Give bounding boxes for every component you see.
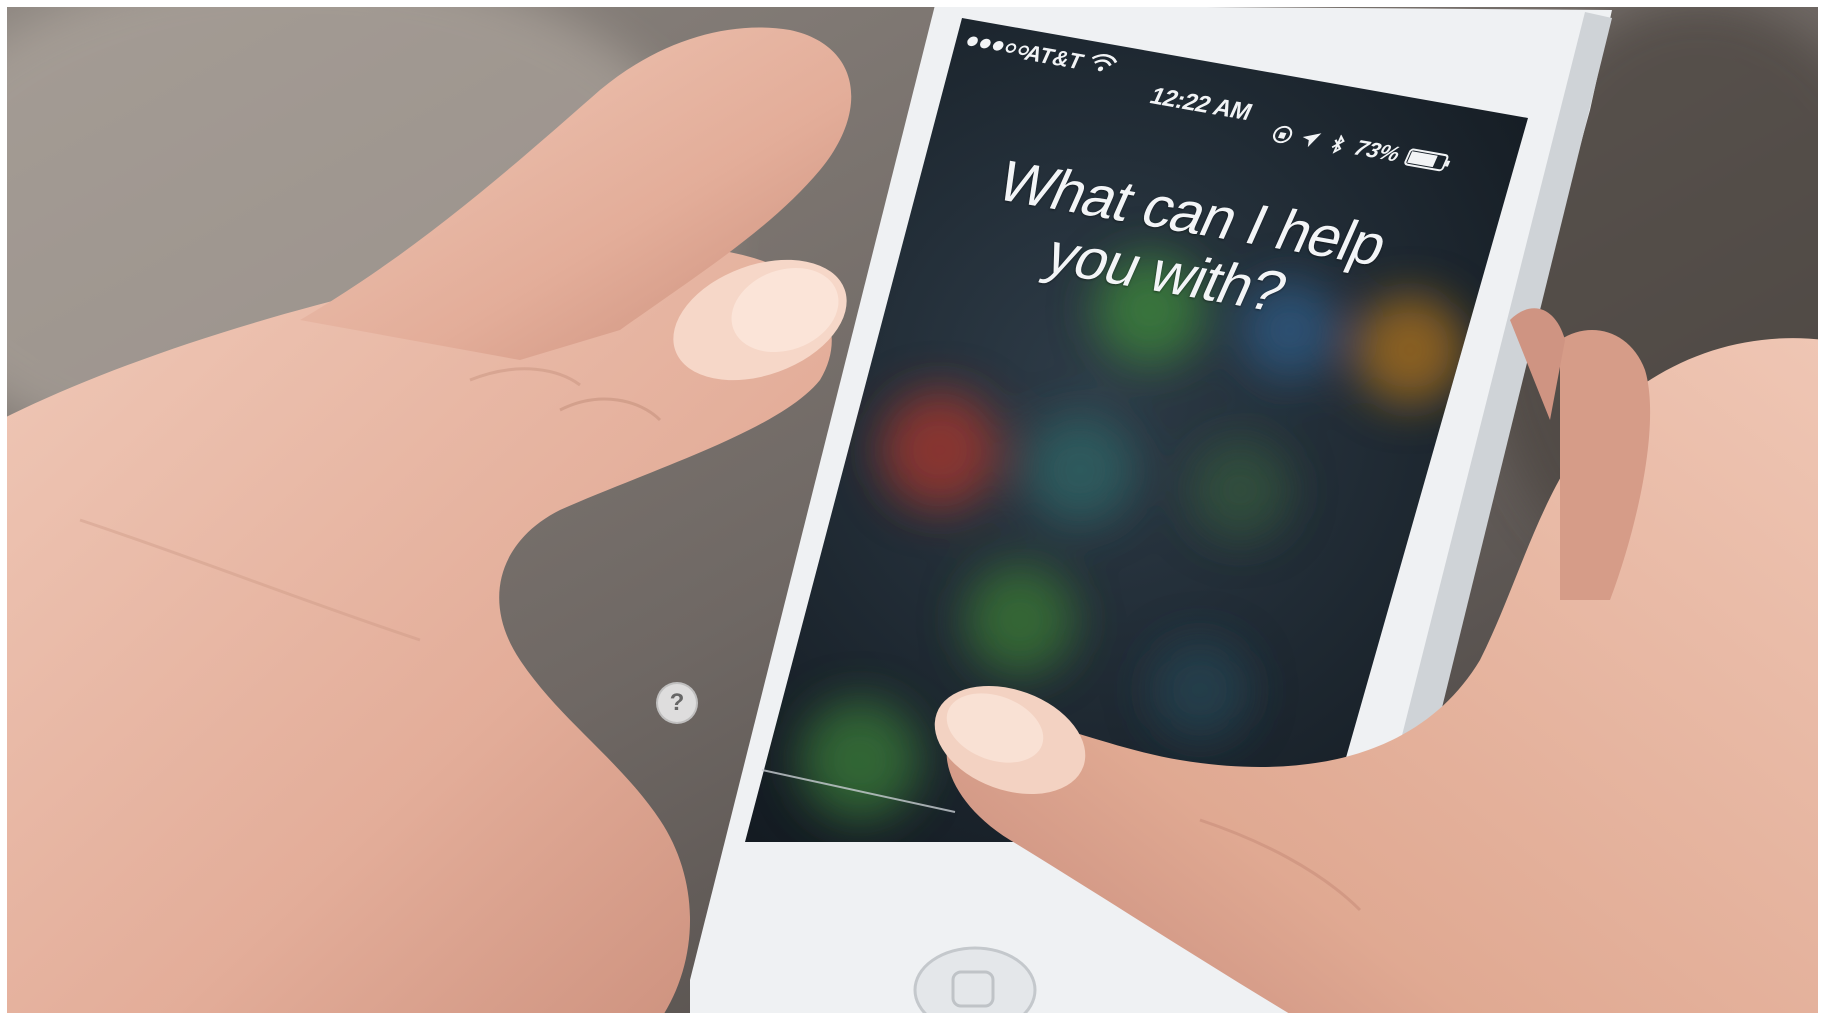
question-mark-icon: ?	[669, 689, 685, 716]
rotation-lock-icon	[1272, 125, 1293, 144]
photo-stage: AT&T 12:22 AM 73% What can I help you wi…	[0, 0, 1825, 1020]
siri-prompt: What can I help you with?	[987, 149, 1397, 324]
battery-percent: 73%	[1350, 135, 1405, 167]
signal-strength-icon	[965, 35, 1031, 56]
battery-icon	[1404, 148, 1451, 172]
location-arrow-icon	[1302, 133, 1322, 148]
carrier-label: AT&T	[1020, 40, 1088, 74]
home-button-icon	[913, 946, 1037, 1020]
bluetooth-icon	[1331, 134, 1345, 154]
status-right-icons: 73%	[1267, 121, 1455, 177]
status-time: 12:22 AM	[1145, 82, 1256, 126]
wifi-icon	[1091, 54, 1118, 72]
siri-help-button[interactable]: ?	[656, 682, 698, 724]
